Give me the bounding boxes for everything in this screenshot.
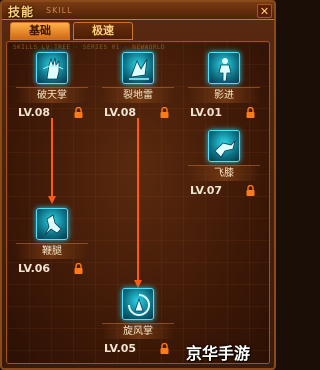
whip-kick-icon[interactable]: [36, 208, 68, 240]
skill-name: 飞膝: [188, 165, 260, 181]
skill-name: 鞭腿: [16, 243, 88, 259]
skill-tree-panel: SKILLS LV TREE · SERIES 01 · NEWWORLD 破天…: [6, 41, 270, 364]
lock-icon: [74, 107, 83, 118]
window-title: 技能: [8, 5, 35, 19]
close-button[interactable]: ✕: [257, 4, 272, 18]
skill-level: LV.05: [104, 342, 137, 355]
lock-icon: [160, 107, 169, 118]
skill-shadow-advance[interactable]: 影进 LV.01: [188, 52, 260, 124]
lock-icon: [246, 185, 255, 196]
window-subtitle: SKILL: [46, 6, 73, 15]
tab-basic[interactable]: 基础: [10, 22, 70, 40]
panel-caption: SKILLS LV TREE · SERIES 01 · NEWWORLD: [13, 44, 166, 51]
skill-level: LV.08: [18, 106, 51, 119]
palm-strike-icon[interactable]: [36, 52, 68, 84]
skill-name: 裂地雷: [102, 87, 174, 103]
lock-icon: [246, 107, 255, 118]
title-bar: 技能 SKILL ✕: [2, 2, 274, 20]
skill-level: LV.08: [104, 106, 137, 119]
skill-flying-knee[interactable]: 飞膝 LV.07: [188, 130, 260, 202]
watermark-logo: 京华手游: [186, 344, 251, 363]
lock-icon: [74, 263, 83, 274]
skill-whip-kick[interactable]: 鞭腿 LV.06: [16, 208, 88, 280]
arrow-palm-to-whipkick: [48, 118, 56, 204]
skill-whirlwind-palm[interactable]: 旋风掌 LV.05: [102, 288, 174, 360]
skill-name: 破天掌: [16, 87, 88, 103]
shadow-advance-icon[interactable]: [208, 52, 240, 84]
skill-level: LV.07: [190, 184, 223, 197]
skill-ground-thunder[interactable]: 裂地雷 LV.08: [102, 52, 174, 124]
lock-icon: [160, 343, 169, 354]
skill-level: LV.06: [18, 262, 51, 275]
whirlwind-palm-icon[interactable]: [122, 288, 154, 320]
arrow-ground-to-whirlwind: [134, 118, 142, 288]
skill-name: 旋风掌: [102, 323, 174, 339]
tab-speed[interactable]: 极速: [73, 22, 133, 40]
skill-level: LV.01: [190, 106, 223, 119]
ground-thunder-icon[interactable]: [122, 52, 154, 84]
flying-knee-icon[interactable]: [208, 130, 240, 162]
skill-palm-strike[interactable]: 破天掌 LV.08: [16, 52, 88, 124]
skill-name: 影进: [188, 87, 260, 103]
